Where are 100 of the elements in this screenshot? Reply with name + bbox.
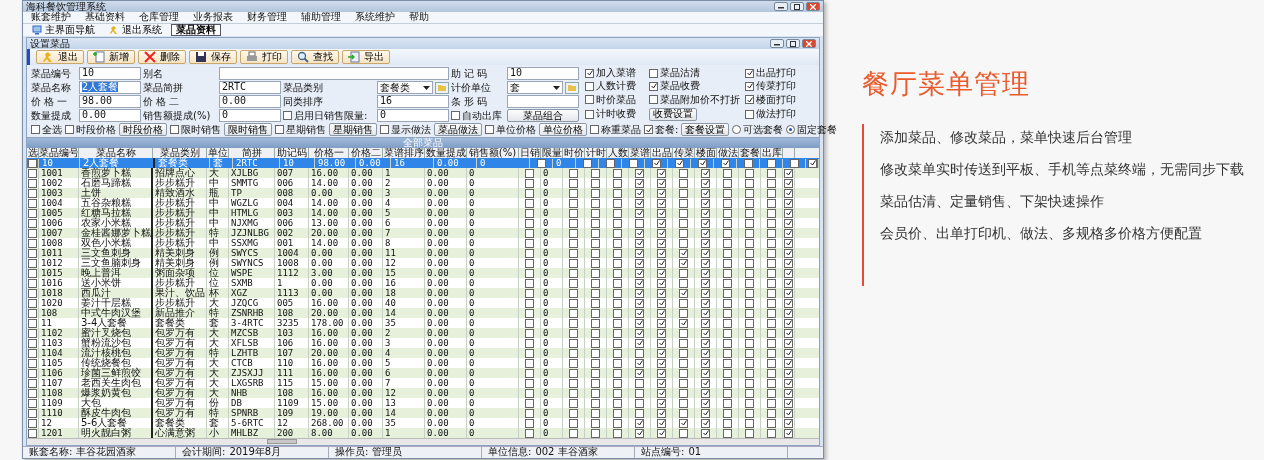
checkbox[interactable] — [591, 308, 600, 318]
checkbox[interactable] — [701, 248, 710, 258]
checkbox[interactable] — [784, 358, 793, 368]
input-field[interactable]: 10 — [507, 67, 579, 80]
checkbox[interactable] — [591, 198, 600, 208]
checkbox[interactable] — [613, 378, 622, 388]
toolbar-button[interactable]: 查找 — [291, 50, 339, 64]
checkbox[interactable] — [784, 188, 793, 198]
checkbox[interactable] — [657, 358, 666, 368]
checkbox[interactable] — [569, 388, 578, 398]
checkbox[interactable] — [679, 208, 688, 218]
checkbox[interactable] — [657, 188, 666, 198]
checkbox[interactable] — [723, 208, 732, 218]
checkbox[interactable] — [613, 238, 622, 248]
checkbox[interactable] — [569, 348, 578, 358]
checkbox[interactable] — [679, 228, 688, 238]
checkbox[interactable] — [721, 158, 730, 168]
checkbox[interactable] — [723, 408, 732, 418]
checkbox[interactable] — [784, 248, 793, 258]
checkbox[interactable] — [701, 388, 710, 398]
tab[interactable]: 菜品资料 — [171, 24, 221, 36]
checkbox[interactable] — [784, 418, 793, 428]
checkbox[interactable] — [784, 298, 793, 308]
checkbox[interactable] — [745, 308, 754, 318]
checkbox[interactable] — [613, 168, 622, 178]
checkbox[interactable] — [613, 388, 622, 398]
table-row[interactable]: 1104 流汁核桃包 包罗万有 特 LZHTB 107 20.00 0.00 4 0.00 0 0 — [27, 348, 819, 358]
checkbox[interactable] — [767, 278, 776, 288]
checkbox[interactable] — [701, 368, 710, 378]
checkbox[interactable] — [679, 388, 688, 398]
checkbox[interactable] — [28, 328, 37, 338]
checkbox[interactable] — [613, 318, 622, 328]
checkbox[interactable] — [745, 109, 754, 119]
checkbox[interactable] — [28, 398, 37, 408]
checkbox[interactable] — [657, 208, 666, 218]
checkbox[interactable] — [745, 95, 754, 105]
checkbox[interactable] — [723, 328, 732, 338]
checkbox[interactable] — [569, 218, 578, 228]
checkbox[interactable] — [679, 338, 688, 348]
combo-button[interactable]: 菜品组合 — [507, 109, 579, 122]
toolbar-button[interactable]: 退出 — [36, 50, 84, 64]
checkbox[interactable] — [613, 408, 622, 418]
checkbox[interactable] — [784, 208, 793, 218]
checkbox[interactable] — [591, 398, 600, 408]
checkbox[interactable] — [170, 125, 179, 134]
checkbox[interactable] — [723, 188, 732, 198]
checkbox[interactable] — [635, 208, 644, 218]
checkbox[interactable] — [635, 258, 644, 268]
checkbox[interactable] — [28, 278, 37, 288]
checkbox[interactable] — [657, 388, 666, 398]
checkbox[interactable] — [525, 408, 534, 418]
checkbox[interactable] — [701, 168, 710, 178]
checkbox[interactable] — [784, 218, 793, 228]
input-field[interactable]: 2人套餐 — [79, 81, 141, 94]
checkbox[interactable] — [767, 268, 776, 278]
checkbox[interactable] — [657, 248, 666, 258]
checkbox[interactable] — [745, 318, 754, 328]
checkbox[interactable] — [635, 318, 644, 328]
checkbox[interactable] — [723, 378, 732, 388]
checkbox[interactable] — [591, 238, 600, 248]
checkbox[interactable] — [613, 248, 622, 258]
checkbox[interactable] — [569, 328, 578, 338]
checkbox[interactable] — [451, 111, 460, 120]
input-field[interactable]: 10 — [79, 67, 141, 80]
checkbox[interactable] — [525, 278, 534, 288]
menu-item[interactable]: 仓库管理 — [139, 12, 179, 23]
option-button[interactable]: 星期销售 — [329, 123, 377, 136]
checkbox[interactable] — [723, 318, 732, 328]
checkbox[interactable] — [723, 288, 732, 298]
checkbox[interactable] — [28, 158, 37, 168]
checkbox[interactable] — [679, 378, 688, 388]
checkbox[interactable] — [635, 348, 644, 358]
checkbox[interactable] — [679, 368, 688, 378]
checkbox[interactable] — [569, 408, 578, 418]
checkbox[interactable] — [784, 178, 793, 188]
checkbox[interactable] — [657, 258, 666, 268]
checkbox[interactable] — [569, 378, 578, 388]
checkbox[interactable] — [28, 368, 37, 378]
checkbox[interactable] — [723, 178, 732, 188]
input-field[interactable]: 16 — [377, 95, 449, 108]
checkbox[interactable] — [525, 348, 534, 358]
checkbox[interactable] — [745, 218, 754, 228]
checkbox[interactable] — [613, 258, 622, 268]
checkbox[interactable] — [644, 125, 653, 134]
checkbox[interactable] — [767, 388, 776, 398]
checkbox[interactable] — [635, 308, 644, 318]
checkbox[interactable] — [585, 68, 594, 78]
close-button[interactable] — [806, 2, 820, 11]
checkbox[interactable] — [275, 125, 284, 134]
checkbox[interactable] — [723, 338, 732, 348]
checkbox[interactable] — [767, 298, 776, 308]
checkbox[interactable] — [679, 218, 688, 228]
checkbox[interactable] — [723, 388, 732, 398]
checkbox[interactable] — [745, 178, 754, 188]
option-button[interactable]: 套餐设置 — [681, 123, 730, 136]
checkbox[interactable] — [613, 288, 622, 298]
checkbox[interactable] — [569, 308, 578, 318]
table-row[interactable]: 1003 土饼 精致酒水 瓶 TP 008 0.00 0.00 3 0.00 0 0 — [27, 188, 819, 198]
checkbox[interactable] — [635, 298, 644, 308]
checkbox[interactable] — [525, 228, 534, 238]
